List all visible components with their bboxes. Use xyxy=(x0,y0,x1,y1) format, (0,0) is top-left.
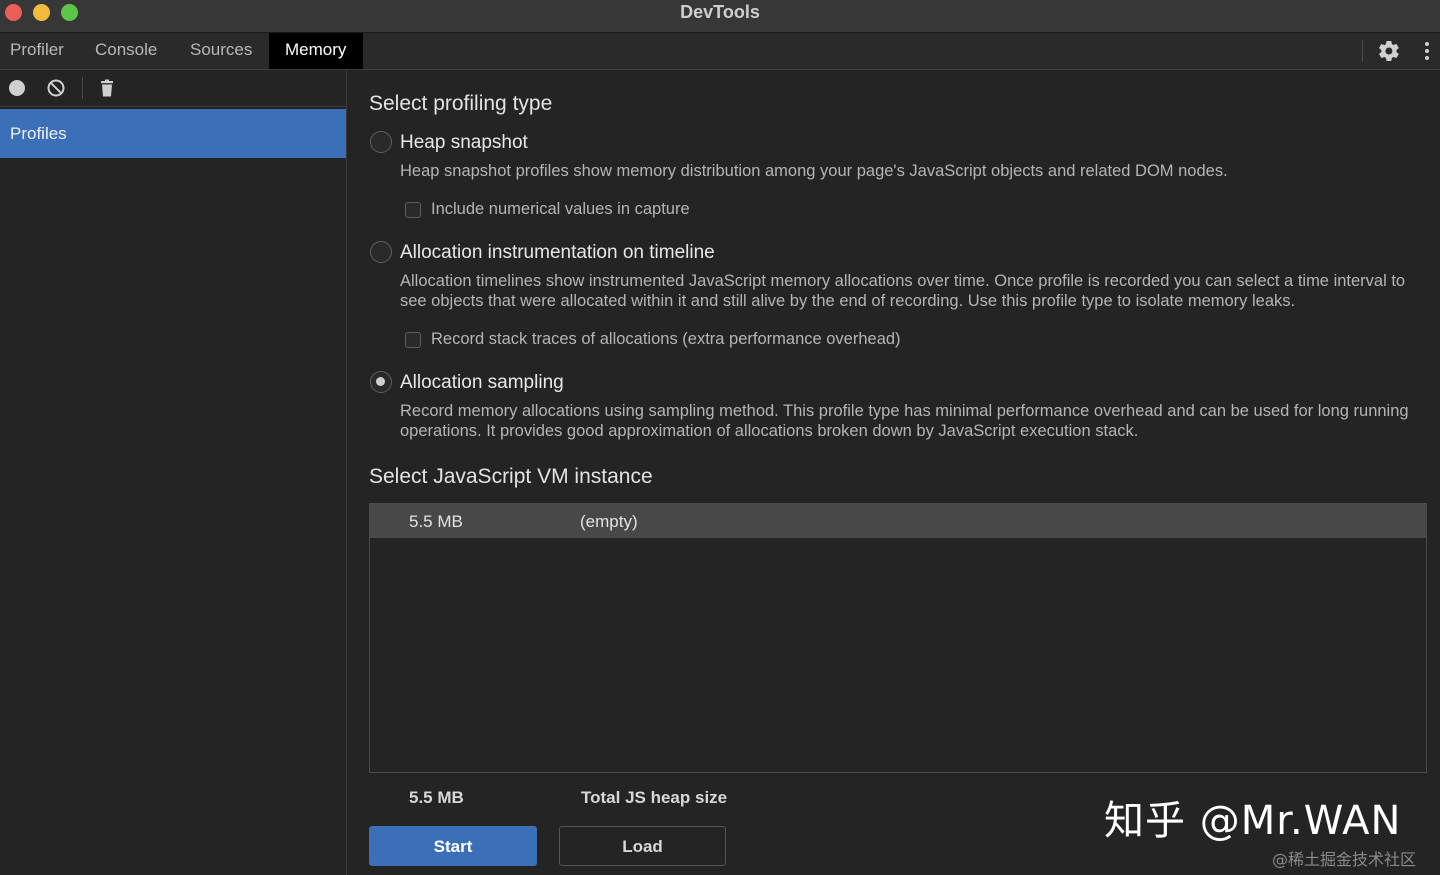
vm-instance-row[interactable]: 5.5 MB (empty) xyxy=(370,504,1426,538)
include-numerical-values-label[interactable]: Include numerical values in capture xyxy=(431,200,690,219)
watermark-sub: @稀土掘金技术社区 xyxy=(1272,850,1417,869)
vm-instance-list: 5.5 MB (empty) xyxy=(369,503,1427,773)
tab-memory[interactable]: Memory xyxy=(269,33,363,69)
memory-panel: Select profiling type Heap snapshot Heap… xyxy=(347,70,1440,875)
allocation-timeline-label[interactable]: Allocation instrumentation on timeline xyxy=(400,242,715,264)
window-title: DevTools xyxy=(680,2,760,22)
tab-sources[interactable]: Sources xyxy=(180,33,266,69)
vm-instance-name: (empty) xyxy=(580,512,638,531)
vm-instance-size: 5.5 MB xyxy=(409,512,463,531)
vm-instance-heading: Select JavaScript VM instance xyxy=(369,465,653,488)
heap-snapshot-description: Heap snapshot profiles show memory distr… xyxy=(400,162,1228,180)
more-options-icon[interactable] xyxy=(1420,39,1434,63)
total-heap-size-value: 5.5 MB xyxy=(409,788,464,807)
tab-console[interactable]: Console xyxy=(85,33,173,69)
record-icon[interactable] xyxy=(7,78,27,98)
allocation-timeline-description: Allocation timelines show instrumented J… xyxy=(400,272,1406,310)
radio-allocation-sampling[interactable] xyxy=(370,371,392,393)
heap-snapshot-label[interactable]: Heap snapshot xyxy=(400,132,528,154)
gear-icon[interactable] xyxy=(1377,39,1401,63)
title-bar: DevTools xyxy=(0,0,1440,33)
total-heap-size-label: Total JS heap size xyxy=(581,788,728,807)
record-stack-traces-checkbox[interactable] xyxy=(405,332,421,348)
start-button[interactable]: Start xyxy=(369,826,537,866)
tab-profiler[interactable]: Profiler xyxy=(0,33,78,69)
profiles-sidebar: Profiles xyxy=(0,70,347,875)
toolbar-divider xyxy=(82,77,83,99)
panel-tab-bar: Profiler Console Sources Memory xyxy=(0,33,1440,70)
load-button[interactable]: Load xyxy=(559,826,726,866)
sidebar-item-profiles[interactable]: Profiles xyxy=(0,109,346,158)
include-numerical-values-checkbox[interactable] xyxy=(405,202,421,218)
trash-icon[interactable] xyxy=(97,78,117,98)
allocation-sampling-label[interactable]: Allocation sampling xyxy=(400,372,564,394)
radio-heap-snapshot[interactable] xyxy=(370,131,392,153)
radio-allocation-timeline[interactable] xyxy=(370,241,392,263)
watermark: 知乎 @Mr.WAN xyxy=(1104,798,1402,844)
clear-icon[interactable] xyxy=(46,78,66,98)
profiling-type-heading: Select profiling type xyxy=(369,92,553,115)
allocation-sampling-description: Record memory allocations using sampling… xyxy=(400,402,1409,440)
toolbar-divider xyxy=(1362,40,1363,62)
record-stack-traces-label[interactable]: Record stack traces of allocations (extr… xyxy=(431,330,901,349)
sidebar-toolbar xyxy=(0,70,346,107)
